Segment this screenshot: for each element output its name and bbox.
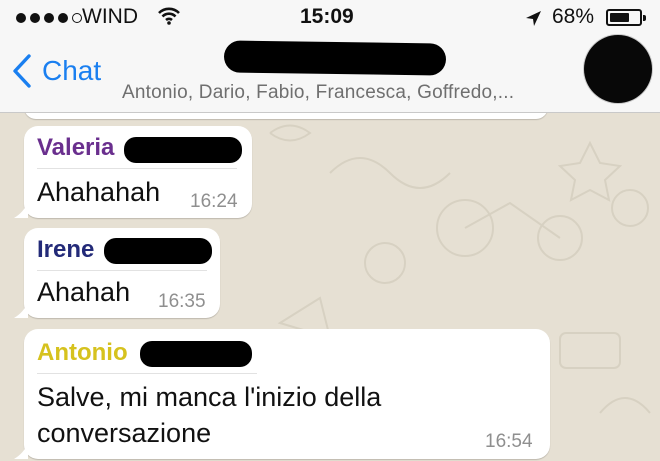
sender-name[interactable]: Irene bbox=[37, 236, 94, 264]
top-bar: WIND 15:09 68% Chat Antonio, Dario, Fabi… bbox=[0, 0, 660, 113]
sender-name[interactable]: Antonio bbox=[37, 339, 128, 367]
sender-name[interactable]: Valeria bbox=[37, 134, 114, 162]
bubble-tail bbox=[14, 202, 28, 218]
redacted-sender-number bbox=[104, 238, 212, 264]
message-bubble[interactable]: Antonio Salve, mi manca l'inizio della c… bbox=[14, 329, 550, 459]
bubble-tail bbox=[14, 443, 28, 459]
group-title-redacted[interactable] bbox=[223, 40, 447, 76]
message-time: 16:35 bbox=[158, 291, 206, 312]
message-bubble[interactable]: Irene Ahahah 16:35 bbox=[14, 228, 220, 318]
status-bar: WIND 15:09 68% bbox=[0, 0, 660, 36]
group-members[interactable]: Antonio, Dario, Fabio, Francesca, Goffre… bbox=[122, 82, 514, 104]
signal-dots-icon bbox=[16, 13, 82, 23]
redacted-sender-number bbox=[140, 341, 252, 367]
message-text-line-1: Salve, mi manca l'inizio della bbox=[37, 382, 382, 412]
back-button[interactable]: Chat bbox=[12, 54, 101, 88]
carrier-label: WIND bbox=[82, 5, 138, 28]
message-text-line-2: conversazione bbox=[37, 418, 212, 448]
wifi-icon bbox=[158, 7, 180, 31]
back-label: Chat bbox=[42, 55, 102, 86]
chevron-left-icon bbox=[13, 54, 31, 88]
previous-message-bubble bbox=[24, 113, 548, 119]
sender-divider bbox=[37, 373, 257, 374]
sender-divider bbox=[37, 168, 237, 169]
message-time: 16:54 bbox=[485, 431, 533, 452]
bubble-tail bbox=[14, 302, 28, 318]
sender-divider bbox=[37, 270, 207, 271]
message-text: Ahahah bbox=[37, 277, 131, 307]
battery-percent: 68% bbox=[552, 5, 595, 28]
message-bubble[interactable]: Valeria Ahahahah 16:24 bbox=[14, 126, 252, 218]
chat-area[interactable]: Valeria Ahahahah 16:24 Irene Ahahah 16:3… bbox=[0, 113, 660, 461]
redacted-sender-number bbox=[124, 137, 242, 163]
group-avatar[interactable] bbox=[584, 35, 652, 103]
message-time: 16:24 bbox=[190, 191, 238, 212]
location-arrow-icon bbox=[525, 9, 542, 33]
battery-icon bbox=[606, 9, 646, 26]
clock: 15:09 bbox=[300, 5, 354, 28]
message-text: Ahahahah bbox=[37, 177, 161, 207]
